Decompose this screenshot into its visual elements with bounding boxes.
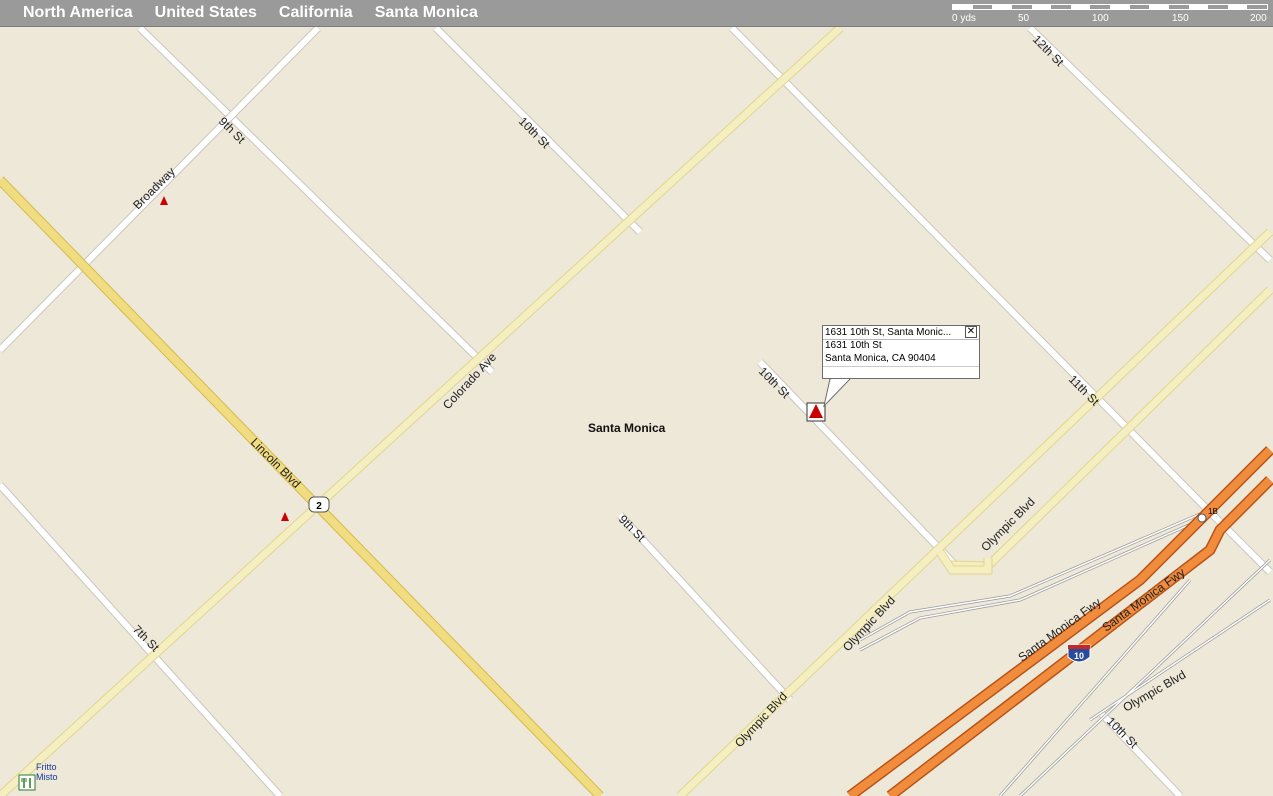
popup-title: 1631 10th St, Santa Monic... xyxy=(823,326,979,340)
scale-tick-100: 100 xyxy=(1092,13,1109,24)
scale-tick-200: 200 xyxy=(1250,13,1267,24)
scale-tick-50: 50 xyxy=(1018,13,1030,24)
scale-ruler xyxy=(952,4,1268,10)
breadcrumb-continent[interactable]: North America xyxy=(23,4,133,22)
popup-address-line1: 1631 10th St xyxy=(825,340,882,351)
breadcrumb-state[interactable]: California xyxy=(279,4,353,22)
poi-label-fritto-misto[interactable]: Fritto Misto xyxy=(36,762,64,782)
selected-location-marker[interactable] xyxy=(806,402,826,422)
popup-separator xyxy=(823,366,979,367)
breadcrumb-country[interactable]: United States xyxy=(155,4,257,22)
exit-1b-label: 1B xyxy=(1208,507,1218,516)
poi-label-text: Fritto Misto xyxy=(36,762,58,782)
scale-tick-150: 150 xyxy=(1172,13,1189,24)
city-label: Santa Monica xyxy=(588,421,666,435)
breadcrumb: North America United States California S… xyxy=(12,0,489,26)
breadcrumb-bar: North America United States California S… xyxy=(0,0,1273,27)
interstate-10-label: 10 xyxy=(1074,651,1084,661)
scale-tick-0: 0 yds xyxy=(952,13,976,24)
restaurant-icon[interactable] xyxy=(18,774,36,791)
popup-address-line2: Santa Monica, CA 90404 xyxy=(825,353,936,364)
map-canvas[interactable]: Broadway 9th St 10th St 12th St Colorado… xyxy=(0,27,1273,796)
close-icon[interactable]: ✕ xyxy=(965,326,977,338)
interstate-10-shield[interactable]: 10 xyxy=(1067,644,1091,663)
scale-bar: 0 yds 50 100 150 200 xyxy=(952,3,1270,25)
route-2-label: 2 xyxy=(316,501,322,512)
map-svg[interactable]: Broadway 9th St 10th St 12th St Colorado… xyxy=(0,27,1273,796)
breadcrumb-city[interactable]: Santa Monica xyxy=(375,4,478,22)
route-2-shield[interactable]: 2 xyxy=(308,496,330,513)
location-popup: 1631 10th St, Santa Monic... ✕ 1631 10th… xyxy=(822,325,980,379)
